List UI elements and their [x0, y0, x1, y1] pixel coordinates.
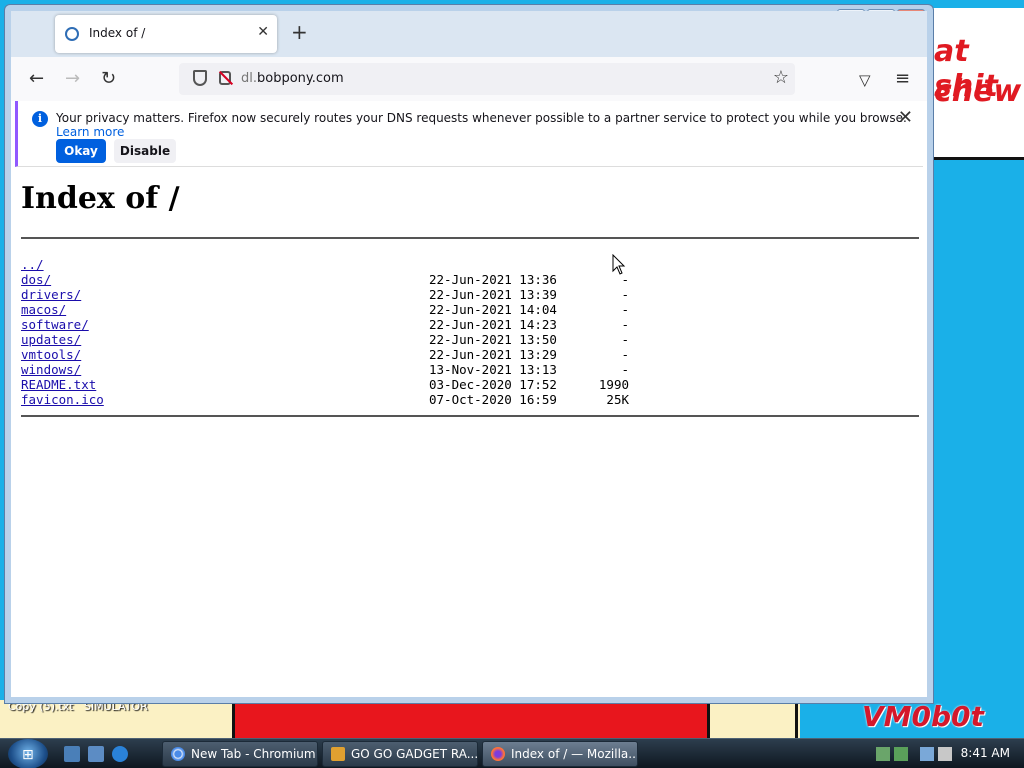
file-date: 22-Jun-2021 13:39: [429, 287, 557, 302]
doh-notification-bar: i Your privacy matters. Firefox now secu…: [15, 101, 923, 167]
divider-bottom: [21, 415, 919, 417]
clock[interactable]: 8:41 AM: [961, 746, 1010, 760]
file-link[interactable]: windows/: [21, 362, 81, 377]
file-link[interactable]: drivers/: [21, 287, 81, 302]
url-domain: bobpony.com: [257, 71, 344, 86]
network-tray-icon[interactable]: [876, 747, 890, 761]
folder-icon: [331, 747, 345, 761]
divider-top: [21, 237, 919, 239]
listing-row: favicon.ico 07-Oct-2020 16:59 25K: [21, 392, 641, 407]
taskbar-item-folder[interactable]: GO GO GADGET RA...: [322, 741, 478, 767]
file-link[interactable]: software/: [21, 317, 89, 332]
listing-row: macos/22-Jun-2021 14:04 -: [21, 302, 641, 317]
file-size: -: [621, 347, 629, 362]
bookmark-star-icon[interactable]: ☆: [773, 67, 789, 88]
disable-button[interactable]: Disable: [114, 139, 176, 163]
listing-row: dos/22-Jun-2021 13:36-: [21, 272, 641, 287]
file-date: 07-Oct-2020 16:59: [429, 392, 557, 407]
pocket-icon[interactable]: ▽: [859, 70, 871, 90]
file-link[interactable]: updates/: [21, 332, 81, 347]
show-desktop-icon[interactable]: [64, 746, 80, 762]
listing-row: drivers/22-Jun-2021 13:39 -: [21, 287, 641, 302]
file-date: 22-Jun-2021 14:23: [429, 317, 557, 332]
file-date: 22-Jun-2021 14:04: [429, 302, 557, 317]
file-link[interactable]: favicon.ico: [21, 392, 104, 407]
update-tray-icon[interactable]: [894, 747, 908, 761]
file-link[interactable]: macos/: [21, 302, 66, 317]
browser-client-area: Index of / ✕ + ← → ↻ dl.bobpony.com ☆ ▽ …: [11, 11, 927, 697]
navigation-toolbar: ← → ↻ dl.bobpony.com ☆ ▽ ≡: [11, 57, 927, 101]
wallpaper-shape-2: [712, 704, 798, 738]
url-text[interactable]: dl.bobpony.com: [241, 71, 344, 86]
file-date: 13-Nov-2021 13:13: [429, 362, 557, 377]
task-label: GO GO GADGET RA...: [351, 747, 478, 761]
page-favicon-icon: [65, 27, 79, 41]
tab-title: Index of /: [89, 26, 146, 40]
file-link[interactable]: dos/: [21, 272, 51, 287]
tab-index[interactable]: Index of / ✕: [55, 15, 277, 53]
file-link[interactable]: README.txt: [21, 377, 96, 392]
file-size: 1990: [598, 377, 629, 392]
reload-icon[interactable]: ↻: [101, 69, 116, 89]
hamburger-menu-icon[interactable]: ≡: [895, 69, 910, 89]
tracking-protection-shield-icon[interactable]: [193, 70, 207, 86]
taskbar-item-chromium[interactable]: New Tab - Chromium: [162, 741, 318, 767]
forward-arrow-icon[interactable]: →: [65, 69, 80, 89]
file-size: -: [621, 362, 629, 377]
file-date: 03-Dec-2020 17:52: [429, 377, 557, 392]
internet-explorer-icon[interactable]: [112, 746, 128, 762]
address-bar[interactable]: dl.bobpony.com ☆: [179, 63, 795, 95]
new-tab-button[interactable]: +: [291, 22, 308, 42]
switch-windows-icon[interactable]: [88, 746, 104, 762]
display-tray-icon[interactable]: [920, 747, 934, 761]
listing-row: vmtools/22-Jun-2021 13:29 -: [21, 347, 641, 362]
taskbar: ⊞ New Tab - Chromium GO GO GADGET RA... …: [0, 738, 1024, 768]
page-content: Index of / ../dos/22-Jun-2021 13:36- driv…: [11, 169, 927, 697]
file-size: -: [621, 332, 629, 347]
firefox-icon: [491, 747, 505, 761]
listing-row: updates/22-Jun-2021 13:50 -: [21, 332, 641, 347]
system-tray: 8:41 AM: [868, 739, 1024, 768]
info-icon: i: [32, 111, 48, 127]
okay-button[interactable]: Okay: [56, 139, 106, 163]
file-date: 22-Jun-2021 13:29: [429, 347, 557, 362]
back-arrow-icon[interactable]: ←: [29, 69, 44, 89]
page-title: Index of /: [21, 181, 180, 216]
listing-row: software/22-Jun-2021 14:23 -: [21, 317, 641, 332]
tab-strip: Index of / ✕ +: [11, 11, 927, 57]
file-size: -: [621, 317, 629, 332]
volume-muted-icon[interactable]: [938, 747, 952, 761]
notification-message: Your privacy matters. Firefox now secure…: [56, 111, 923, 139]
file-size: 25K: [606, 392, 629, 407]
file-date: 22-Jun-2021 13:36: [429, 272, 557, 287]
file-date: 22-Jun-2021 13:50: [429, 332, 557, 347]
wallpaper-text-2: chew: [934, 74, 1022, 109]
url-subdomain: dl.: [241, 71, 257, 86]
taskbar-item-firefox[interactable]: Index of / — Mozilla...: [482, 741, 638, 767]
learn-more-link[interactable]: Learn more: [56, 125, 124, 139]
task-label: New Tab - Chromium: [191, 747, 316, 761]
watermark-logo: VM0b0t: [862, 700, 984, 733]
directory-listing: ../dos/22-Jun-2021 13:36- drivers/22-Jun-…: [21, 257, 641, 407]
file-link[interactable]: ../: [21, 257, 44, 272]
file-size: -: [621, 302, 629, 317]
close-notification-icon[interactable]: ✕: [898, 107, 913, 128]
browser-window: — ❐ ✕ Index of / ✕ + ← → ↻ dl.bobpony.co…: [4, 4, 934, 704]
tab-close-icon[interactable]: ✕: [257, 24, 269, 40]
mouse-cursor-icon: [612, 254, 626, 275]
wallpaper-red-shape: [232, 702, 710, 738]
listing-row: README.txt 03-Dec-2020 17:52 1990: [21, 377, 641, 392]
file-link[interactable]: vmtools/: [21, 347, 81, 362]
chromium-icon: [171, 747, 185, 761]
notification-text: Your privacy matters. Firefox now secure…: [56, 111, 907, 125]
listing-row: windows/13-Nov-2021 13:13 -: [21, 362, 641, 377]
start-button[interactable]: ⊞: [8, 739, 48, 768]
task-label: Index of / — Mozilla...: [511, 747, 638, 761]
windows-logo-icon: ⊞: [22, 747, 34, 763]
listing-row: ../: [21, 257, 641, 272]
file-size: -: [621, 287, 629, 302]
